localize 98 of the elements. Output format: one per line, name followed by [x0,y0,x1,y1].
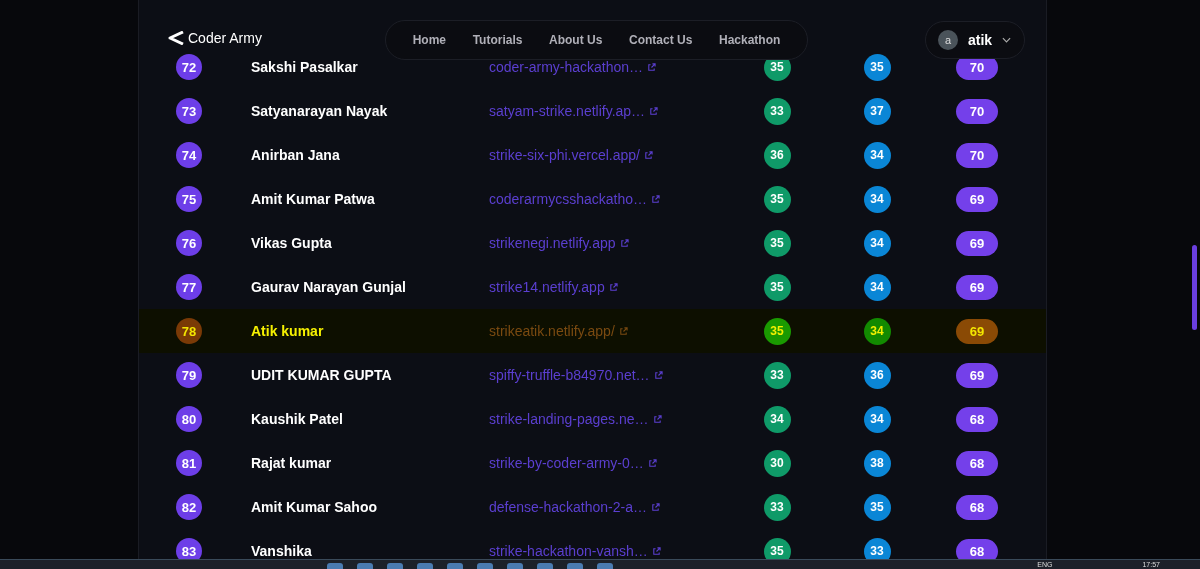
taskbar-icon[interactable] [537,563,553,569]
score-badge: 35 [763,229,791,257]
score-badge: 34 [863,317,891,345]
scrollbar-thumb[interactable] [1192,245,1197,330]
project-link[interactable]: strike-by-coder-army-0… [489,455,644,471]
taskbar-icon[interactable] [567,563,583,569]
score-badge: 33 [763,361,791,389]
total-score-pill: 68 [956,450,998,476]
total-score-pill: 68 [956,494,998,520]
score-badge: 35 [763,317,791,345]
participant-name: Atik kumar [251,323,325,339]
external-link-icon [647,458,657,468]
participant-name: Vikas Gupta [251,235,333,251]
project-link[interactable]: defense-hackathon-2-a… [489,499,647,515]
rank-badge: 80 [176,406,202,432]
score-badge: 33 [763,97,791,125]
project-link[interactable]: strikeatik.netlify.app/ [489,323,615,339]
score-badge: 33 [763,493,791,521]
rank-badge: 73 [176,98,202,124]
score-badge: 35 [863,493,891,521]
score-badge: 35 [763,273,791,301]
participant-name: Kaushik Patel [251,411,344,427]
project-link[interactable]: strike-hackathon-vansh… [489,543,648,559]
rank-badge: 81 [176,450,202,476]
nav-link[interactable]: Tutorials [472,33,523,47]
project-link[interactable]: spiffy-truffle-b84970.net… [489,367,650,383]
logo-text[interactable]: Coder Army [188,30,262,46]
score-badge: 34 [863,273,891,301]
score-badge: 36 [863,361,891,389]
nav-link[interactable]: About Us [549,33,603,47]
score-badge: 38 [863,449,891,477]
project-link[interactable]: coder-army-hackathon… [489,59,644,75]
participant-name: Sakshi Pasalkar [251,59,359,75]
taskbar-icon[interactable] [387,563,403,569]
participant-name: Satyanarayan Nayak [251,103,389,119]
score-badge: 34 [763,405,791,433]
taskbar-icon[interactable] [417,563,433,569]
project-link[interactable]: strike14.netlify.app [489,279,605,295]
total-score-pill: 70 [956,142,998,168]
total-score-pill: 69 [956,318,998,344]
participant-name: Amit Kumar Patwa [251,191,376,207]
total-score-pill: 69 [956,230,998,256]
project-link[interactable]: coderarmycsshackatho… [489,191,647,207]
score-badge: 34 [863,405,891,433]
score-badge: 37 [863,97,891,125]
participant-name: Amit Kumar Sahoo [251,499,378,515]
score-badge: 35 [863,53,891,81]
project-link[interactable]: strike-six-phi.vercel.app/ [489,147,640,163]
nav-link[interactable]: Hackathon [719,33,781,47]
user-menu[interactable]: a atik [925,21,1025,59]
score-badge: 35 [763,185,791,213]
external-link-icon [653,370,663,380]
taskbar-icon[interactable] [507,563,523,569]
avatar: a [938,30,958,50]
score-badge: 34 [863,141,891,169]
score-badge: 30 [763,449,791,477]
external-link-icon [651,502,660,512]
taskbar-icon[interactable] [597,563,613,569]
taskbar-icon[interactable] [327,563,343,569]
taskbar-icon[interactable] [357,563,373,569]
total-score-pill: 69 [956,274,998,300]
participant-name: Vanshika [251,543,313,559]
nav-link[interactable]: Contact Us [629,33,693,47]
external-link-icon [643,150,653,160]
external-link-icon [652,414,662,424]
total-score-pill: 70 [956,98,998,124]
nav-link[interactable]: Home [412,33,446,47]
taskbar-icon[interactable] [447,563,463,569]
taskbar-icon[interactable] [477,563,493,569]
rank-badge: 78 [176,318,202,344]
rank-badge: 74 [176,142,202,168]
participant-name: Gaurav Narayan Gunjal [251,279,407,295]
external-link-icon [650,194,660,204]
score-badge: 34 [863,229,891,257]
external-link-icon [619,238,629,248]
external-link-icon [608,282,618,292]
chevron-down-icon [1002,37,1012,43]
project-link[interactable]: satyam-strike.netlify.ap… [489,103,646,119]
total-score-pill: 69 [956,362,998,388]
project-link[interactable]: strike-landing-pages.ne… [489,411,649,427]
external-link-icon [649,106,659,116]
rank-badge: 82 [176,494,202,520]
external-link-icon [647,62,657,72]
rank-badge: 75 [176,186,202,212]
rank-badge: 79 [176,362,202,388]
rank-badge: 76 [176,230,202,256]
score-badge: 36 [763,141,791,169]
external-link-icon [651,546,661,556]
total-score-pill: 69 [956,186,998,212]
score-badge: 34 [863,185,891,213]
rank-badge: 72 [176,54,202,80]
total-score-pill: 68 [956,406,998,432]
external-link-icon [618,326,628,336]
participant-name: Rajat kumar [251,455,333,471]
rank-badge: 77 [176,274,202,300]
participant-name: UDIT KUMAR GUPTA [251,367,393,383]
project-link[interactable]: strikenegi.netlify.app [489,235,616,251]
participant-name: Anirban Jana [251,147,341,163]
